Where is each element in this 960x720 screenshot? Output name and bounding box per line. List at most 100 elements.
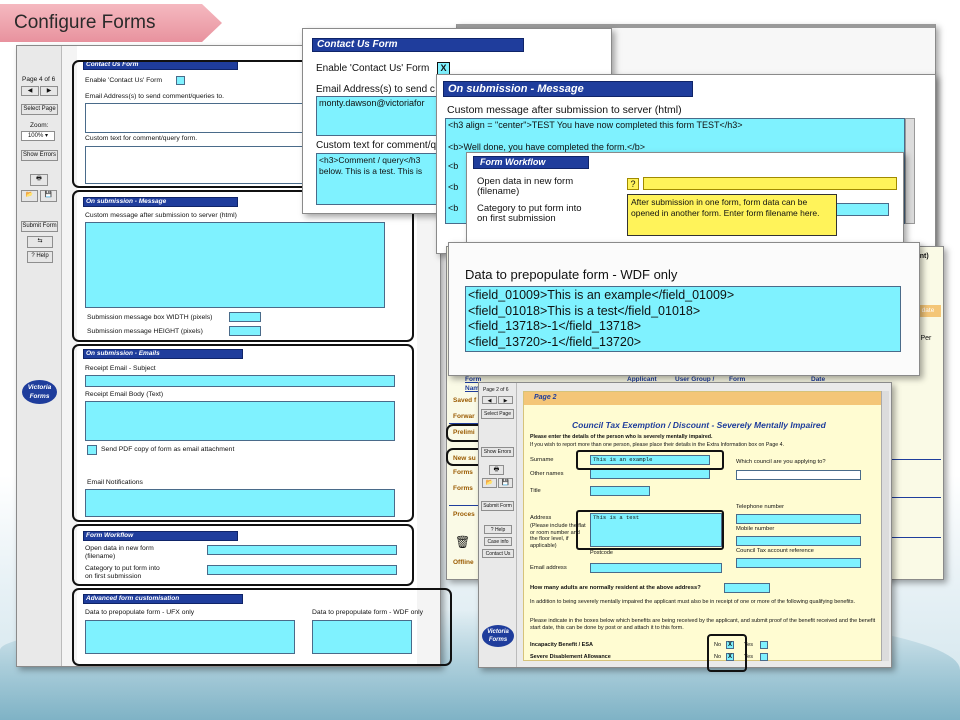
submit-form-button[interactable]: Submit Form (21, 221, 58, 232)
workflow-help-icon[interactable]: ? (627, 178, 639, 190)
prepop-field[interactable]: <field_01009>This is an example</field_0… (465, 286, 901, 352)
contact-text-line2: below. This is a test. This is (319, 166, 423, 176)
other-names-field[interactable] (590, 469, 710, 479)
council-logo-line1: Victoria (487, 629, 509, 635)
zoom-select[interactable]: 100% ▾ (21, 131, 55, 141)
highlight-advanced (72, 588, 452, 666)
council-intro1: Please enter the details of the person w… (530, 434, 713, 440)
account-label: Council Tax account reference (736, 548, 814, 554)
council-select-page-button[interactable]: Select Page (481, 409, 514, 419)
contact-custom-field[interactable]: <h3>Comment / query</h3 below. This is a … (316, 153, 456, 205)
adults-question: How many adults are normally resident at… (530, 585, 701, 591)
open-icon[interactable]: 📂 (21, 190, 38, 202)
council-prev-button[interactable]: ◀ (482, 396, 497, 404)
list-recycle-icon[interactable]: 🗑 (455, 535, 470, 549)
list-col-name: Nam (465, 385, 480, 392)
prepop-zoom-panel: Data to prepopulate form - WDF only <fie… (448, 242, 920, 376)
mobile-label: Mobile number (736, 526, 775, 532)
highlight-benefits (707, 634, 747, 672)
list-row[interactable]: Proces (453, 511, 475, 518)
logo-line1: Victoria (27, 384, 52, 391)
council-help-button[interactable]: ? Help (484, 525, 512, 534)
list-row[interactable]: Forms (453, 469, 473, 476)
highlight-address (576, 510, 724, 550)
address-label: Address (530, 515, 552, 521)
help-button[interactable]: ? Help (27, 251, 53, 263)
email-label: Email address (530, 565, 567, 571)
page-flow-icon[interactable]: ⇆ (27, 236, 53, 248)
workflow-zoom-panel: Form Workflow Open data in new form (fil… (466, 152, 904, 244)
workflow-open-data-field[interactable] (643, 177, 897, 190)
mobile-field[interactable] (736, 536, 861, 546)
contact-email-label: Email Address(s) to send c (316, 84, 435, 95)
message-scrollbar[interactable] (905, 118, 915, 224)
account-field[interactable] (736, 558, 861, 568)
next-page-button[interactable]: ▶ (40, 86, 58, 96)
benefit2-label: Severe Disablement Allowance (530, 654, 611, 660)
title-label: Title (530, 488, 541, 494)
zoom-value: 100% (27, 133, 44, 139)
council-page-of: Page 2 of 6 (483, 387, 509, 393)
council-scrollbar[interactable] (881, 391, 889, 661)
qualifying-para: In addition to being severely mentally i… (530, 599, 855, 605)
benefit2-yes-checkbox[interactable] (760, 653, 768, 661)
council-open-icon[interactable]: 📂 (482, 478, 497, 488)
victoria-forms-logo: Victoria Forms (22, 380, 57, 404)
council-contact-us-button[interactable]: Contact Us (482, 549, 514, 558)
show-errors-button[interactable]: Show Errors (21, 150, 58, 161)
council-print-icon[interactable]: 🖶 (489, 465, 504, 475)
council-title: Council Tax Exemption / Discount - Sever… (572, 420, 826, 430)
workflow-help-q: ? (630, 179, 636, 189)
council-intro2: If you wish to report more than one pers… (530, 442, 785, 448)
workflow-first-sub-label: on first submission (477, 213, 556, 224)
council-show-errors-button[interactable]: Show Errors (481, 447, 514, 457)
which-council-label: Which council are you applying to? (736, 459, 826, 465)
message-zoom-label: Custom message after submission to serve… (447, 104, 682, 116)
council-submit-button[interactable]: Submit Form (481, 501, 514, 511)
list-row[interactable]: Offline (453, 559, 474, 566)
prepop-title: Data to prepopulate form - WDF only (465, 267, 678, 282)
prepop-line: <field_01018>This is a test</field_01018… (468, 303, 701, 318)
list-row[interactable]: Forms (453, 485, 473, 492)
postcode-label: Postcode (590, 550, 613, 556)
council-logo: Victoria Forms (482, 625, 514, 647)
council-page-header: Page 2 (524, 392, 886, 405)
benefit1-yes-checkbox[interactable] (760, 641, 768, 649)
workflow-zoom-header: Form Workflow (473, 156, 589, 169)
list-date-tab-label: date (921, 307, 935, 314)
prepop-line: <field_13720>-1</field_13720> (468, 334, 642, 349)
council-case-info-button[interactable]: Case info (484, 537, 512, 546)
slide-title: Configure Forms (14, 12, 156, 33)
adults-field[interactable] (724, 583, 770, 593)
contact-text-line1: <h3>Comment / query</h3 (319, 155, 421, 165)
highlight-surname (576, 450, 724, 470)
benefit-para: Please indicate in the boxes below which… (530, 618, 876, 631)
email-field[interactable] (590, 563, 722, 573)
council-next-button[interactable]: ▶ (498, 396, 513, 404)
prepop-line: <field_01009>This is an example</field_0… (468, 288, 735, 302)
surname-label: Surname (530, 457, 554, 463)
council-toolbar: Page 2 of 6 ◀ ▶ Select Page Show Errors … (479, 383, 517, 667)
title-field[interactable] (590, 486, 650, 496)
telephone-field[interactable] (736, 514, 861, 524)
print-icon[interactable]: 🖶 (30, 174, 48, 186)
contact-email-field[interactable]: monty.dawson@victoriafor (316, 96, 456, 136)
telephone-label: Telephone number (736, 504, 785, 510)
contact-zoom-header: Contact Us Form (312, 38, 524, 52)
highlight-emails (72, 344, 414, 522)
title-ribbon: Configure Forms (0, 4, 222, 42)
list-row[interactable]: Forwar (453, 413, 475, 420)
contact-enable-label: Enable 'Contact Us' Form (316, 63, 430, 74)
select-page-button[interactable]: Select Page (21, 104, 58, 115)
council-help-label: Help (494, 527, 506, 533)
message-line1: <h3 align = "center">TEST You have now c… (448, 120, 743, 130)
prev-page-button[interactable]: ◀ (21, 86, 39, 96)
contact-custom-label: Custom text for comment/q (316, 140, 437, 151)
list-row[interactable]: Saved f (453, 397, 476, 404)
council-save-icon[interactable]: 💾 (498, 478, 513, 488)
contact-email-value: monty.dawson@victoriafor (319, 98, 425, 108)
save-icon[interactable]: 💾 (40, 190, 57, 202)
which-council-field[interactable] (736, 470, 861, 480)
other-names-label: Other names (530, 471, 564, 477)
council-logo-line2: Forms (488, 637, 508, 643)
